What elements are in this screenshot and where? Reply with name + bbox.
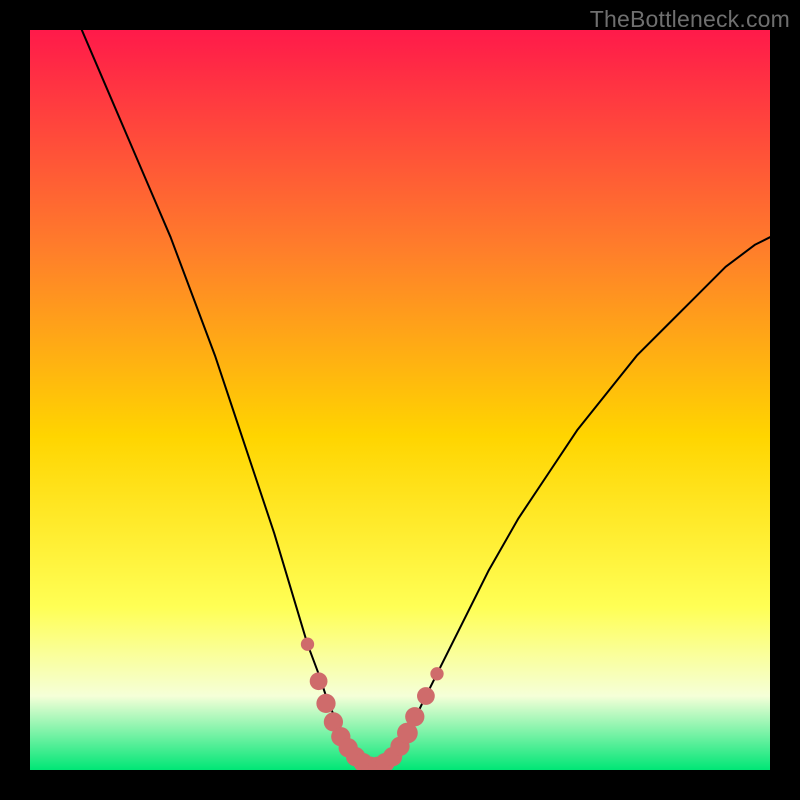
data-marker xyxy=(417,687,435,705)
chart-svg xyxy=(30,30,770,770)
data-marker xyxy=(405,707,424,726)
plot-area xyxy=(30,30,770,770)
gradient-background xyxy=(30,30,770,770)
data-marker xyxy=(301,638,314,651)
watermark-text: TheBottleneck.com xyxy=(590,6,790,33)
data-marker xyxy=(310,672,328,690)
data-marker xyxy=(316,694,335,713)
chart-frame: TheBottleneck.com xyxy=(0,0,800,800)
data-marker xyxy=(430,667,443,680)
